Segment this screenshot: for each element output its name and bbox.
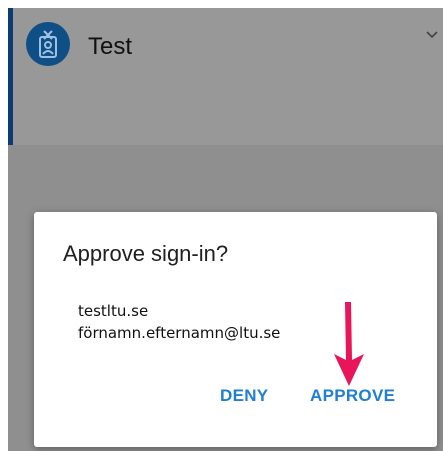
deny-button[interactable]: DENY bbox=[214, 382, 274, 410]
arrow-down-icon bbox=[334, 302, 364, 386]
approve-signin-dialog: Approve sign-in? testltu.se förnamn.efte… bbox=[34, 212, 437, 447]
approve-button[interactable]: APPROVE bbox=[304, 382, 401, 410]
badge-icon bbox=[26, 22, 70, 66]
chevron-down-icon[interactable] bbox=[425, 28, 439, 42]
account-name: Test bbox=[88, 33, 133, 60]
dialog-line-email: förnamn.efternamn@ltu.se bbox=[78, 324, 281, 342]
account-card[interactable]: Test bbox=[8, 8, 443, 145]
dialog-body: testltu.se förnamn.efternamn@ltu.se bbox=[78, 300, 280, 344]
dialog-line-domain: testltu.se bbox=[78, 302, 149, 320]
dialog-title: Approve sign-in? bbox=[63, 241, 229, 266]
account-accent-bar bbox=[8, 8, 13, 145]
